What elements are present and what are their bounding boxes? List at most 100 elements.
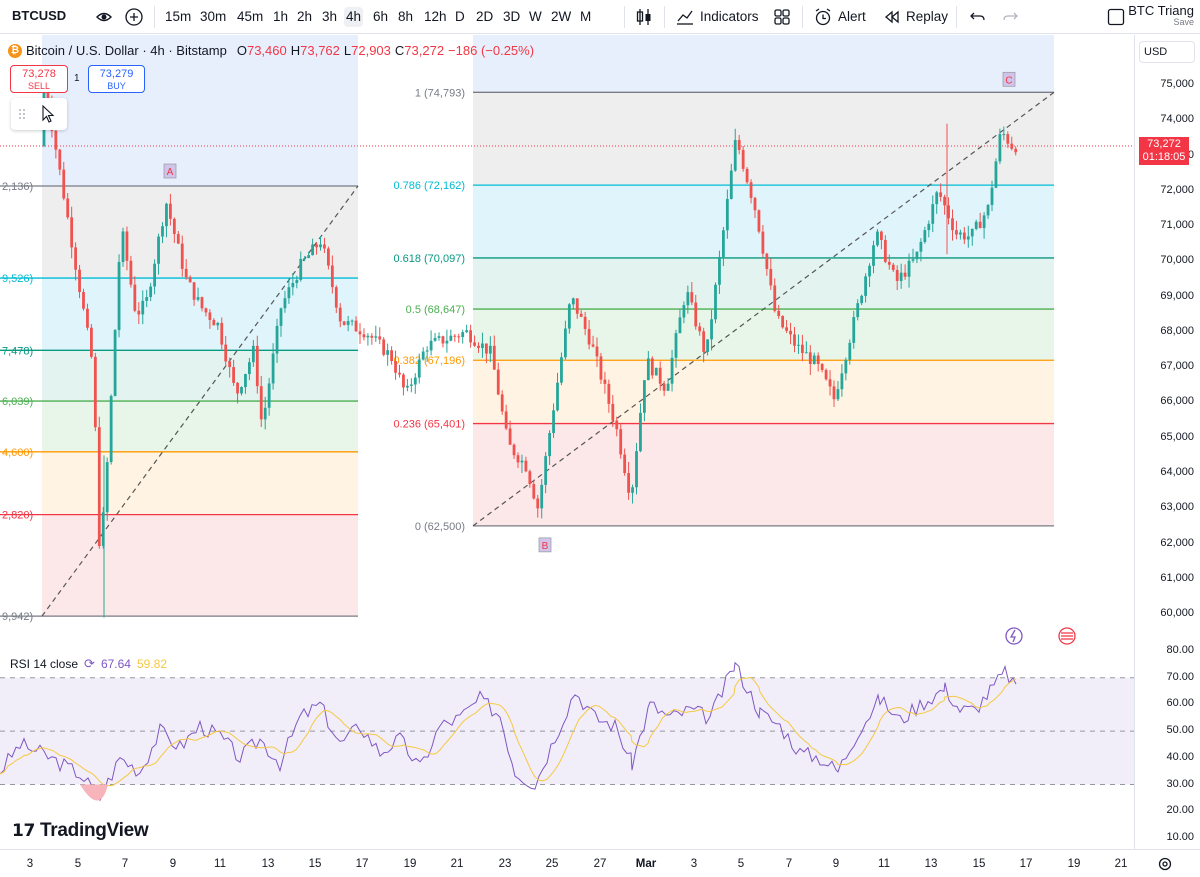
dividends-icon[interactable] (1005, 627, 1023, 645)
price-tick: 60,000 (1160, 607, 1194, 620)
layout-checkbox-icon[interactable] (1106, 7, 1126, 27)
price-chart-canvas[interactable]: 2,136) 9,526) 7,478) 6,039) 4,600) 2,820) 9,94… (0, 35, 1134, 647)
pivot-point-a: A (163, 163, 177, 179)
candle-body (248, 362, 251, 375)
candle-body (880, 231, 883, 241)
interval-15m[interactable]: 15m (163, 7, 193, 27)
buy-price: 73,279 (99, 68, 134, 80)
interval-1h[interactable]: 1h (271, 7, 290, 27)
time-tick: 19 (403, 858, 417, 870)
indicators-button[interactable]: Indicators (700, 7, 759, 27)
price-chart-pane[interactable]: 2,136) 9,526) 7,478) 6,039) 4,600) 2,820) 9,94… (0, 35, 1134, 647)
interval-8h[interactable]: 8h (396, 7, 415, 27)
interval-w[interactable]: W (527, 7, 544, 27)
candle-body (947, 205, 950, 219)
current-price-tag: 73,272 01:18:05 (1139, 137, 1189, 165)
candle-body (303, 258, 307, 260)
cursor-arrow-icon[interactable] (42, 104, 55, 123)
candle-body (729, 170, 733, 199)
candle-body (251, 345, 255, 363)
candle-style-icon[interactable] (634, 7, 654, 27)
candle-body (398, 372, 401, 375)
candle-body (658, 367, 662, 384)
rsi-canvas[interactable] (0, 648, 1134, 849)
candle-body (429, 340, 433, 351)
legend-open-label: O (236, 43, 247, 58)
indicators-icon[interactable] (675, 7, 695, 27)
sell-button[interactable]: 73,278 SELL (10, 65, 68, 93)
fib-band (42, 514, 358, 617)
candle-body (852, 317, 856, 343)
fib-level-label: 6,039) (2, 396, 33, 408)
price-tick: 68,000 (1160, 324, 1194, 337)
time-tick: 9 (832, 858, 840, 870)
buy-button[interactable]: 73,279 BUY (88, 65, 145, 93)
alert-button[interactable]: Alert (838, 7, 866, 27)
toolbar-divider (802, 6, 803, 28)
rewind-icon[interactable] (882, 7, 902, 27)
candle-body (473, 342, 476, 346)
compare-symbol-icon[interactable] (94, 7, 114, 27)
interval-30m[interactable]: 30m (198, 7, 228, 27)
interval-3d[interactable]: 3D (501, 7, 522, 27)
undo-icon[interactable] (968, 7, 988, 27)
interval-3h[interactable]: 3h (320, 7, 339, 27)
replay-button[interactable]: Replay (906, 7, 948, 27)
interval-6h[interactable]: 6h (371, 7, 390, 27)
save-label[interactable]: Save (1128, 17, 1194, 27)
pivot-point-label: A (167, 167, 174, 178)
time-axis[interactable]: 3 5 7 9 11 13 15 17 19 21 23 25 27 Mar 3 5 7 9 11 13 15 17 19 2… (0, 849, 1200, 877)
candle-body (595, 346, 599, 357)
candle-body (169, 203, 172, 219)
candle-body (113, 330, 117, 396)
interval-2h[interactable]: 2h (295, 7, 314, 27)
interval-2w[interactable]: 2W (549, 7, 573, 27)
candle-body (745, 168, 749, 183)
interval-d[interactable]: D (453, 7, 467, 27)
candle-body (824, 369, 828, 380)
time-tick: 3 (690, 858, 698, 870)
candle-body (109, 395, 113, 463)
candle-body (291, 282, 295, 288)
candle-body (544, 456, 548, 485)
candle-body (812, 355, 816, 364)
interval-45m[interactable]: 45m (235, 7, 265, 27)
candle-body (571, 298, 575, 305)
candle-body (627, 473, 630, 493)
candle-body (808, 352, 812, 364)
candle-body (236, 382, 239, 394)
add-symbol-icon[interactable] (124, 7, 144, 27)
candle-body (943, 196, 946, 206)
order-quantity[interactable]: 1 (74, 73, 80, 84)
interval-2d[interactable]: 2D (474, 7, 495, 27)
candle-body (836, 389, 840, 400)
currency-selector[interactable]: USD (1139, 41, 1195, 63)
rsi-pane[interactable]: RSI 14 close ⟳ 67.64 59.82 𝟭𝟳 TradingVie… (0, 648, 1134, 849)
toolbar-divider (624, 6, 625, 28)
interval-m[interactable]: M (578, 7, 593, 27)
floating-drawing-panel[interactable] (11, 98, 67, 130)
fib-band (42, 186, 358, 279)
axis-settings-icon[interactable] (1157, 856, 1173, 872)
interval-12h[interactable]: 12h (422, 7, 449, 27)
layout-title[interactable]: BTC Triang Save (1128, 3, 1194, 27)
time-tick: 27 (593, 858, 607, 870)
alarm-clock-icon[interactable] (813, 7, 833, 27)
tradingview-mark-icon: 𝟭𝟳 (12, 821, 36, 840)
time-tick: 11 (214, 858, 226, 870)
interval-4h[interactable]: 4h (344, 7, 364, 27)
candle-body (686, 292, 690, 306)
refresh-icon[interactable]: ⟳ (84, 656, 95, 672)
candle-body (635, 451, 638, 488)
candle-body (982, 215, 986, 229)
symbol-search[interactable]: BTCUSD (6, 5, 92, 27)
drag-handle-icon[interactable] (19, 109, 25, 119)
candle-body (105, 462, 109, 513)
candle-body (911, 259, 915, 261)
templates-icon[interactable] (772, 7, 792, 27)
candle-body (757, 210, 761, 232)
candle-body (346, 321, 350, 325)
price-tick: 65,000 (1160, 430, 1194, 443)
symbol-legend: ₿ Bitcoin / U.S. Dollar · 4h · Bitstamp … (8, 43, 534, 58)
redo-icon[interactable] (1000, 7, 1020, 27)
